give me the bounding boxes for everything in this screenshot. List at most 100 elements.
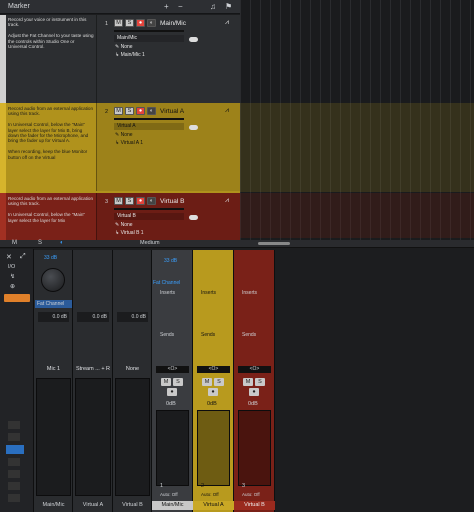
channel-name[interactable]: Main/Mic — [152, 501, 193, 510]
channel-fader[interactable] — [156, 410, 189, 486]
channel-fat-channel[interactable]: Fat Channel — [153, 280, 192, 287]
sends-label[interactable]: Sends — [201, 332, 215, 338]
toggle-switch[interactable] — [189, 37, 198, 42]
input-select[interactable]: Main/Mic — [114, 35, 184, 42]
mute-button[interactable]: M — [114, 107, 123, 115]
track-name[interactable]: Virtual B — [160, 198, 184, 205]
add-track-button[interactable]: + — [164, 2, 169, 11]
routing-icon[interactable] — [6, 445, 24, 454]
keyboard-icon[interactable] — [8, 482, 20, 490]
channel-fader[interactable] — [197, 410, 230, 486]
mute-button[interactable]: M — [114, 19, 123, 27]
panel-icon[interactable] — [8, 458, 20, 466]
channel-gain[interactable]: 33 dB — [164, 258, 177, 264]
input-select[interactable]: Virtual B — [114, 213, 184, 220]
solo-button[interactable]: S — [125, 19, 134, 27]
input-select[interactable]: Virtual A — [114, 123, 184, 130]
inserts-label[interactable]: Inserts — [242, 290, 257, 296]
channel-record-button[interactable]: ● — [208, 388, 218, 396]
channel-solo-button[interactable]: S — [173, 378, 183, 386]
mute-button[interactable]: M — [114, 197, 123, 205]
close-icon[interactable]: ✕ — [6, 253, 12, 261]
track-color-strip — [0, 193, 6, 240]
fat-channel-button[interactable]: Fat Channel — [35, 300, 72, 308]
global-solo[interactable]: S — [38, 240, 42, 246]
solo-button[interactable]: S — [125, 107, 134, 115]
sends-label[interactable]: Sends — [160, 332, 174, 338]
input-channel-button[interactable] — [4, 294, 30, 302]
automation-mode[interactable]: Auto: Off — [201, 492, 219, 497]
input-source[interactable]: Stream ... + R — [73, 366, 113, 372]
monitor-button[interactable]: ◐ — [147, 197, 156, 205]
channel-fader[interactable] — [238, 410, 271, 486]
channel-mute-button[interactable]: M — [161, 378, 171, 386]
io-button[interactable]: I/O — [8, 264, 15, 270]
channel-mute-button[interactable]: M — [202, 378, 212, 386]
route-icon[interactable]: ⊕ — [10, 283, 15, 290]
panel-icon[interactable] — [8, 494, 20, 502]
pan-control[interactable]: <O> — [156, 366, 189, 373]
lane-virtual-b[interactable] — [240, 193, 474, 238]
channel-db: 0dB — [166, 401, 176, 407]
panel-icon[interactable] — [8, 470, 20, 478]
monitor-icon[interactable]: ◐ — [60, 240, 64, 246]
track-3[interactable]: Record audio from an external applicatio… — [0, 193, 240, 240]
pan-control[interactable]: <O> — [238, 366, 271, 373]
input-name: Virtual A — [82, 502, 104, 508]
expand-icon[interactable]: ⤢ — [20, 253, 26, 261]
channel-name[interactable]: Virtual A — [193, 501, 234, 510]
flag-icon[interactable]: ⚑ — [225, 2, 232, 11]
volume-slider[interactable] — [114, 208, 184, 210]
db-readout: 0.0 dB — [77, 312, 109, 322]
inserts-label[interactable]: Inserts — [160, 290, 175, 296]
track-2[interactable]: Record audio from an external applicatio… — [0, 103, 240, 193]
volume-slider[interactable] — [114, 30, 184, 32]
record-button[interactable]: ● — [136, 197, 145, 205]
preset-row[interactable]: ✎ None — [115, 44, 133, 50]
track-name[interactable]: Main/Mic — [160, 20, 186, 27]
automation-mode[interactable]: Auto: Off — [160, 492, 178, 497]
note-icon[interactable]: ♫ — [210, 2, 216, 11]
tool-icon[interactable]: ↯ — [10, 273, 15, 280]
zoom-level[interactable]: Medium — [140, 240, 160, 246]
mixer-empty-area — [275, 250, 474, 512]
remove-track-button[interactable]: − — [178, 2, 183, 11]
sub-input-row[interactable]: ↳ Main/Mic 1 — [115, 52, 145, 58]
input-gain[interactable]: 33 dB — [44, 255, 57, 261]
record-button[interactable]: ● — [136, 19, 145, 27]
channel-record-button[interactable]: ● — [167, 388, 177, 396]
channel-name[interactable]: Virtual B — [234, 501, 275, 510]
input-source[interactable]: Mic 1 — [34, 366, 73, 372]
inserts-label[interactable]: Inserts — [201, 290, 216, 296]
channel-mute-button[interactable]: M — [243, 378, 253, 386]
input-source[interactable]: None — [113, 366, 152, 372]
input-name: Main/Mic — [42, 502, 65, 508]
monitor-button[interactable]: ◐ — [147, 107, 156, 115]
panel-icon[interactable] — [8, 433, 20, 441]
gain-knob[interactable] — [41, 268, 65, 292]
global-mute[interactable]: M — [12, 240, 17, 246]
solo-button[interactable]: S — [125, 197, 134, 205]
channel-solo-button[interactable]: S — [214, 378, 224, 386]
monitor-button[interactable]: ◐ — [147, 19, 156, 27]
pan-control[interactable]: <O> — [197, 366, 230, 373]
record-button[interactable]: ● — [136, 107, 145, 115]
sub-input-row[interactable]: ↳ Virtual B 1 — [115, 230, 144, 236]
volume-slider[interactable] — [114, 118, 184, 120]
track-1[interactable]: Record your voice or instrument in this … — [0, 15, 240, 103]
sub-input-row[interactable]: ↳ Virtual A 1 — [115, 140, 143, 146]
panel-icon[interactable] — [8, 421, 20, 429]
automation-mode[interactable]: Auto: Off — [242, 492, 260, 497]
channel-solo-button[interactable]: S — [255, 378, 265, 386]
lane-virtual-a[interactable] — [240, 103, 474, 192]
preset-row[interactable]: ✎ None — [115, 132, 133, 138]
toggle-switch[interactable] — [189, 125, 198, 130]
sub-input-value: Virtual B 1 — [120, 230, 144, 236]
mixer-toolbar: ✕ ⤢ I/O ↯ ⊕ — [0, 249, 34, 512]
preset-row[interactable]: ✎ None — [115, 222, 133, 228]
sends-label[interactable]: Sends — [242, 332, 256, 338]
track-name[interactable]: Virtual A — [160, 108, 184, 115]
channel-record-button[interactable]: ● — [249, 388, 259, 396]
horizontal-scrollbar[interactable] — [258, 242, 290, 245]
toggle-switch[interactable] — [189, 215, 198, 220]
